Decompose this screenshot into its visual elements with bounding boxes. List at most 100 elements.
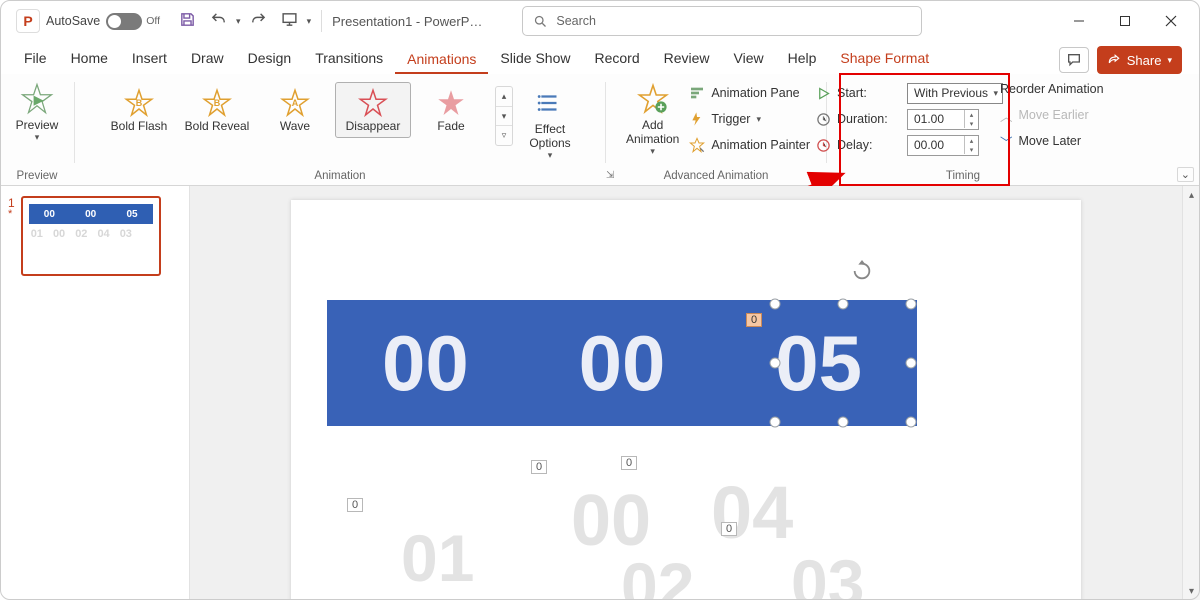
- duration-input[interactable]: 01.00 ▴▾: [907, 109, 979, 130]
- effect-fade[interactable]: Fade: [413, 82, 489, 138]
- ribbon-collapse-button[interactable]: ⌄: [1177, 167, 1194, 182]
- ghost-number[interactable]: 04: [711, 470, 793, 555]
- ribbon: Preview ▾ Preview B Bold Flash B Bold Re…: [0, 74, 1200, 186]
- tab-help[interactable]: Help: [776, 44, 829, 74]
- slide-canvas-area[interactable]: 00 00 05 0 01000204030000: [190, 186, 1182, 600]
- separator: [321, 10, 322, 32]
- tab-draw[interactable]: Draw: [179, 44, 236, 74]
- ghost-number[interactable]: 01: [401, 520, 474, 596]
- preview-star-icon: [20, 82, 54, 116]
- tab-slide-show[interactable]: Slide Show: [488, 44, 582, 74]
- start-select[interactable]: With Previous ▾: [907, 83, 1003, 104]
- thumb-counter-hh: 00: [44, 209, 55, 220]
- animation-order-tag[interactable]: 0: [621, 456, 637, 470]
- scroll-up-icon[interactable]: ▴: [496, 87, 512, 107]
- thumbnail-animation-marker: *: [8, 210, 15, 218]
- move-earlier-label: Move Earlier: [1019, 108, 1089, 122]
- svg-text:B: B: [214, 98, 221, 108]
- tab-transitions[interactable]: Transitions: [303, 44, 395, 74]
- effect-bold-flash[interactable]: B Bold Flash: [101, 82, 177, 138]
- effect-bold-reveal[interactable]: B Bold Reveal: [179, 82, 255, 138]
- redo-button[interactable]: [245, 7, 272, 35]
- quick-access-toolbar: ▾ ▾: [174, 7, 311, 35]
- animation-pane-button[interactable]: Animation Pane: [689, 82, 810, 104]
- slide[interactable]: 00 00 05 0 01000204030000: [291, 200, 1081, 600]
- effect-wave[interactable]: A Wave: [257, 82, 333, 138]
- chevron-up-icon: ︿: [1000, 106, 1013, 125]
- preview-button[interactable]: Preview ▾: [8, 78, 67, 145]
- animation-order-tag[interactable]: 0: [347, 498, 363, 512]
- undo-menu[interactable]: ▾: [236, 16, 241, 27]
- effect-disappear[interactable]: Disappear: [335, 82, 411, 138]
- selection-handles[interactable]: [769, 298, 917, 432]
- minimize-button[interactable]: [1056, 5, 1102, 37]
- share-icon: [1107, 53, 1121, 67]
- thumb-ghost: 02: [75, 228, 87, 240]
- add-animation-button[interactable]: Add Animation ▾: [618, 78, 687, 159]
- tab-view[interactable]: View: [722, 44, 776, 74]
- trigger-icon: [689, 111, 705, 127]
- thumb-ghost: 04: [97, 228, 109, 240]
- tab-record[interactable]: Record: [582, 44, 651, 74]
- slide-thumbnail-1[interactable]: 00 00 05 01 00 02 04 03: [21, 196, 161, 276]
- vertical-scrollbar[interactable]: ▴ ▾: [1182, 186, 1200, 600]
- animation-order-tag[interactable]: 0: [721, 522, 737, 536]
- workspace: 1 * 00 00 05 01 00 02 04 03: [0, 186, 1200, 600]
- maximize-icon: [1119, 15, 1131, 27]
- effect-gallery-scroll[interactable]: ▴ ▾ ▿: [495, 86, 513, 146]
- group-advanced-animation: Add Animation ▾ Animation Pane Trigger ▾…: [606, 74, 826, 185]
- animation-dialog-launcher[interactable]: ⇲: [606, 170, 614, 181]
- scroll-down-icon[interactable]: ▾: [1183, 582, 1200, 600]
- tab-shape-format[interactable]: Shape Format: [828, 44, 941, 74]
- group-timing-label: Timing: [946, 170, 986, 185]
- maximize-button[interactable]: [1102, 5, 1148, 37]
- effect-options-label: Effect Options: [529, 122, 570, 150]
- add-animation-icon: [636, 82, 670, 116]
- comments-button[interactable]: [1059, 47, 1089, 73]
- counter-hh: 00: [382, 318, 469, 409]
- painter-icon: [689, 137, 705, 153]
- move-later-button[interactable]: ﹀ Move Later: [1000, 130, 1104, 152]
- tab-home[interactable]: Home: [59, 44, 120, 74]
- title-bar: P AutoSave Off ▾ ▾ Presentation1 - Power…: [0, 0, 1200, 42]
- trigger-button[interactable]: Trigger ▾: [689, 108, 810, 130]
- autosave-toggle[interactable]: [106, 13, 142, 30]
- spin-down-icon[interactable]: ▾: [965, 145, 978, 154]
- scroll-down-icon[interactable]: ▾: [496, 107, 512, 127]
- spin-up-icon[interactable]: ▴: [965, 136, 978, 145]
- clock-icon: [816, 112, 831, 127]
- tab-file[interactable]: File: [12, 44, 59, 74]
- slide-thumbnail-pane[interactable]: 1 * 00 00 05 01 00 02 04 03: [0, 186, 190, 600]
- delay-label: Delay:: [837, 138, 901, 152]
- thumb-counter-ss: 05: [126, 209, 137, 220]
- tab-animations[interactable]: Animations: [395, 45, 488, 75]
- tab-insert[interactable]: Insert: [120, 44, 179, 74]
- share-button[interactable]: Share ▾: [1097, 46, 1182, 74]
- scroll-up-icon[interactable]: ▴: [1183, 186, 1200, 204]
- tab-design[interactable]: Design: [236, 44, 304, 74]
- search-box[interactable]: Search: [522, 6, 922, 36]
- qat-customize[interactable]: ▾: [307, 16, 312, 27]
- group-animation-label: Animation: [314, 170, 365, 185]
- gallery-expand-icon[interactable]: ▿: [496, 126, 512, 145]
- tab-review[interactable]: Review: [652, 44, 722, 74]
- spin-down-icon[interactable]: ▾: [965, 119, 978, 128]
- delay-input[interactable]: 00.00 ▴▾: [907, 135, 979, 156]
- search-icon: [533, 14, 548, 29]
- close-button[interactable]: [1148, 5, 1194, 37]
- save-button[interactable]: [174, 7, 201, 35]
- app-icon: P: [16, 9, 40, 33]
- rotate-handle-icon[interactable]: [851, 260, 873, 287]
- slideshow-button[interactable]: [276, 7, 303, 35]
- undo-button[interactable]: [205, 7, 232, 35]
- animation-order-tag[interactable]: 0: [531, 460, 547, 474]
- spin-up-icon[interactable]: ▴: [965, 110, 978, 119]
- autosave-label: AutoSave: [46, 14, 100, 28]
- ghost-number[interactable]: 02: [621, 548, 694, 600]
- star-icon: B: [201, 87, 233, 119]
- animation-painter-button[interactable]: Animation Painter: [689, 134, 810, 156]
- animation-order-tag[interactable]: 0: [746, 313, 762, 327]
- effect-label: Fade: [437, 119, 464, 133]
- ghost-number[interactable]: 03: [791, 545, 864, 600]
- effect-options-button[interactable]: Effect Options ▾: [521, 82, 579, 163]
